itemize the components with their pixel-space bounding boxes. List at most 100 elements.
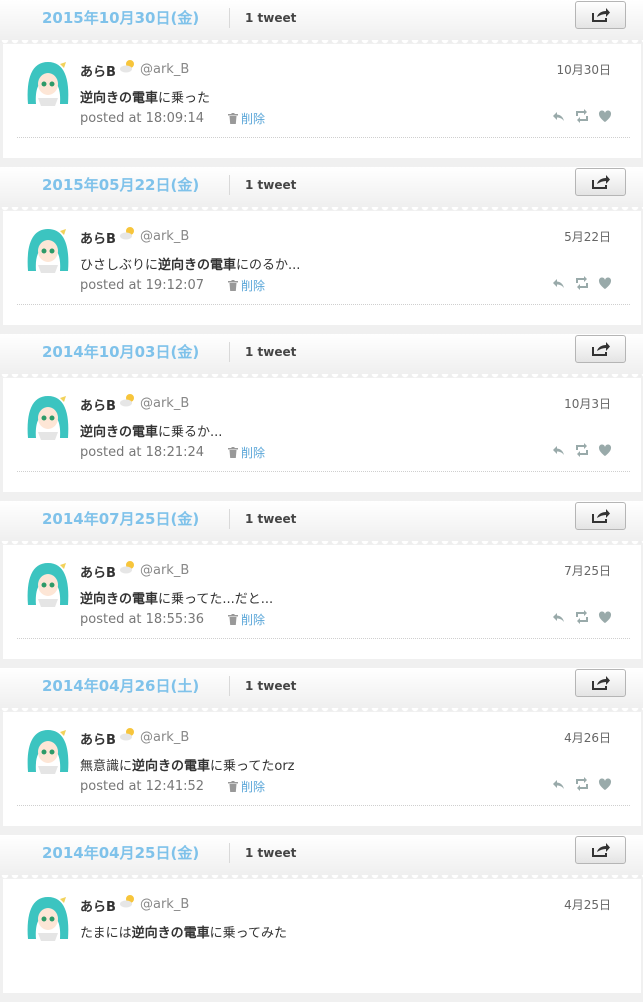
divider (17, 638, 630, 639)
tweet-text: 逆向きの電車に乗るか... (80, 421, 222, 440)
day-group: 2014年10月03日(金) 1 tweet あらB @ark_B 10月3日 … (0, 334, 643, 501)
user-handle[interactable]: @ark_B (140, 563, 189, 578)
tweet-date[interactable]: 10月3日 (564, 395, 611, 412)
share-icon (591, 175, 610, 189)
day-date[interactable]: 2014年04月26日(土) (42, 675, 199, 696)
day-header: 2014年04月26日(土) 1 tweet (0, 668, 643, 714)
user-name[interactable]: あらB (80, 395, 116, 414)
trash-icon (228, 447, 238, 458)
divider (229, 509, 230, 529)
delete-link[interactable]: 削除 (228, 778, 265, 795)
share-button[interactable] (575, 1, 626, 29)
retweet-icon[interactable] (575, 609, 589, 624)
day-date[interactable]: 2015年10月30日(金) (42, 7, 199, 28)
sun-cloud-icon (120, 561, 134, 574)
day-date[interactable]: 2015年05月22日(金) (42, 174, 199, 195)
user-handle[interactable]: @ark_B (140, 897, 189, 912)
retweet-icon[interactable] (575, 108, 589, 123)
share-button[interactable] (575, 669, 626, 697)
posted-time: posted at 18:55:36 (80, 612, 205, 627)
user-handle[interactable]: @ark_B (140, 62, 189, 77)
reply-icon[interactable] (552, 609, 566, 623)
reply-icon[interactable] (552, 275, 566, 289)
posted-time: posted at 18:21:24 (80, 445, 205, 460)
text-pre: 無意識に (80, 759, 133, 774)
tweet-date[interactable]: 5月22日 (564, 228, 611, 245)
tweet-date[interactable]: 7月25日 (564, 562, 611, 579)
tweet-card: あらB @ark_B 4月25日 たまには逆向きの電車に乗ってみた (3, 879, 641, 993)
tweet-date[interactable]: 10月30日 (556, 61, 611, 78)
heart-icon[interactable] (598, 275, 612, 289)
user-name[interactable]: あらB (80, 896, 116, 915)
avatar[interactable] (24, 225, 72, 273)
share-button[interactable] (575, 836, 626, 864)
trash-icon (228, 113, 238, 124)
tweet-text: たまには逆向きの電車に乗ってみた (80, 922, 287, 941)
text-post: に乗るか... (158, 425, 223, 440)
posted-time: posted at 18:09:14 (80, 111, 205, 126)
avatar[interactable] (24, 58, 72, 106)
share-icon (591, 676, 610, 690)
delete-link[interactable]: 削除 (228, 277, 265, 294)
highlight: 逆向きの電車 (80, 425, 159, 440)
tweet-date[interactable]: 4月26日 (564, 729, 611, 746)
delete-label: 削除 (241, 613, 266, 627)
delete-link[interactable]: 削除 (228, 611, 265, 628)
delete-link[interactable]: 削除 (228, 110, 265, 127)
delete-link[interactable]: 削除 (228, 444, 265, 461)
avatar[interactable] (24, 726, 72, 774)
text-post: にのるか... (236, 258, 301, 273)
highlight: 逆向きの電車 (132, 759, 211, 774)
share-button[interactable] (575, 335, 626, 363)
user-name[interactable]: あらB (80, 729, 116, 748)
trash-icon (228, 781, 238, 792)
tweet-count: 1 tweet (245, 178, 297, 192)
retweet-icon[interactable] (575, 776, 589, 791)
tweet-count: 1 tweet (245, 512, 297, 526)
retweet-icon[interactable] (575, 442, 589, 457)
reply-icon[interactable] (552, 776, 566, 790)
tweet-date[interactable]: 4月25日 (564, 896, 611, 913)
divider (17, 304, 630, 305)
share-button[interactable] (575, 168, 626, 196)
user-name[interactable]: あらB (80, 61, 116, 80)
text-post: に乗ってた...だと... (158, 592, 274, 607)
retweet-icon[interactable] (575, 275, 589, 290)
user-name[interactable]: あらB (80, 228, 116, 247)
reply-icon[interactable] (552, 108, 566, 122)
reply-icon[interactable] (552, 442, 566, 456)
day-date[interactable]: 2014年04月25日(金) (42, 842, 199, 863)
heart-icon[interactable] (598, 108, 612, 122)
user-handle[interactable]: @ark_B (140, 396, 189, 411)
heart-icon[interactable] (598, 442, 612, 456)
share-button[interactable] (575, 502, 626, 530)
day-header: 2015年05月22日(金) 1 tweet (0, 167, 643, 213)
tweet-card: あらB @ark_B 5月22日 ひさしぶりに逆向きの電車にのるか... pos… (3, 211, 641, 325)
day-date[interactable]: 2014年07月25日(金) (42, 508, 199, 529)
avatar[interactable] (24, 392, 72, 440)
tweet-actions (552, 275, 612, 290)
tweet-card: あらB @ark_B 4月26日 無意識に逆向きの電車に乗ってたorz post… (3, 712, 641, 826)
tweet-count: 1 tweet (245, 11, 297, 25)
avatar[interactable] (24, 559, 72, 607)
sun-cloud-icon (120, 227, 134, 240)
day-date[interactable]: 2014年10月03日(金) (42, 341, 199, 362)
user-name[interactable]: あらB (80, 562, 116, 581)
delete-label: 削除 (241, 279, 266, 293)
day-group: 2015年05月22日(金) 1 tweet あらB @ark_B 5月22日 … (0, 167, 643, 334)
divider (17, 137, 630, 138)
tweet-count: 1 tweet (245, 345, 297, 359)
text-post: に乗った (158, 91, 211, 106)
day-group: 2014年07月25日(金) 1 tweet あらB @ark_B 7月25日 … (0, 501, 643, 668)
heart-icon[interactable] (598, 776, 612, 790)
text-post: に乗ってたorz (210, 759, 295, 774)
highlight: 逆向きの電車 (80, 592, 159, 607)
trash-icon (228, 614, 238, 625)
tweet-actions (552, 776, 612, 791)
delete-label: 削除 (241, 112, 266, 126)
user-handle[interactable]: @ark_B (140, 229, 189, 244)
heart-icon[interactable] (598, 609, 612, 623)
trash-icon (228, 280, 238, 291)
user-handle[interactable]: @ark_B (140, 730, 189, 745)
tweet-card: あらB @ark_B 7月25日 逆向きの電車に乗ってた...だと... pos… (3, 545, 641, 659)
